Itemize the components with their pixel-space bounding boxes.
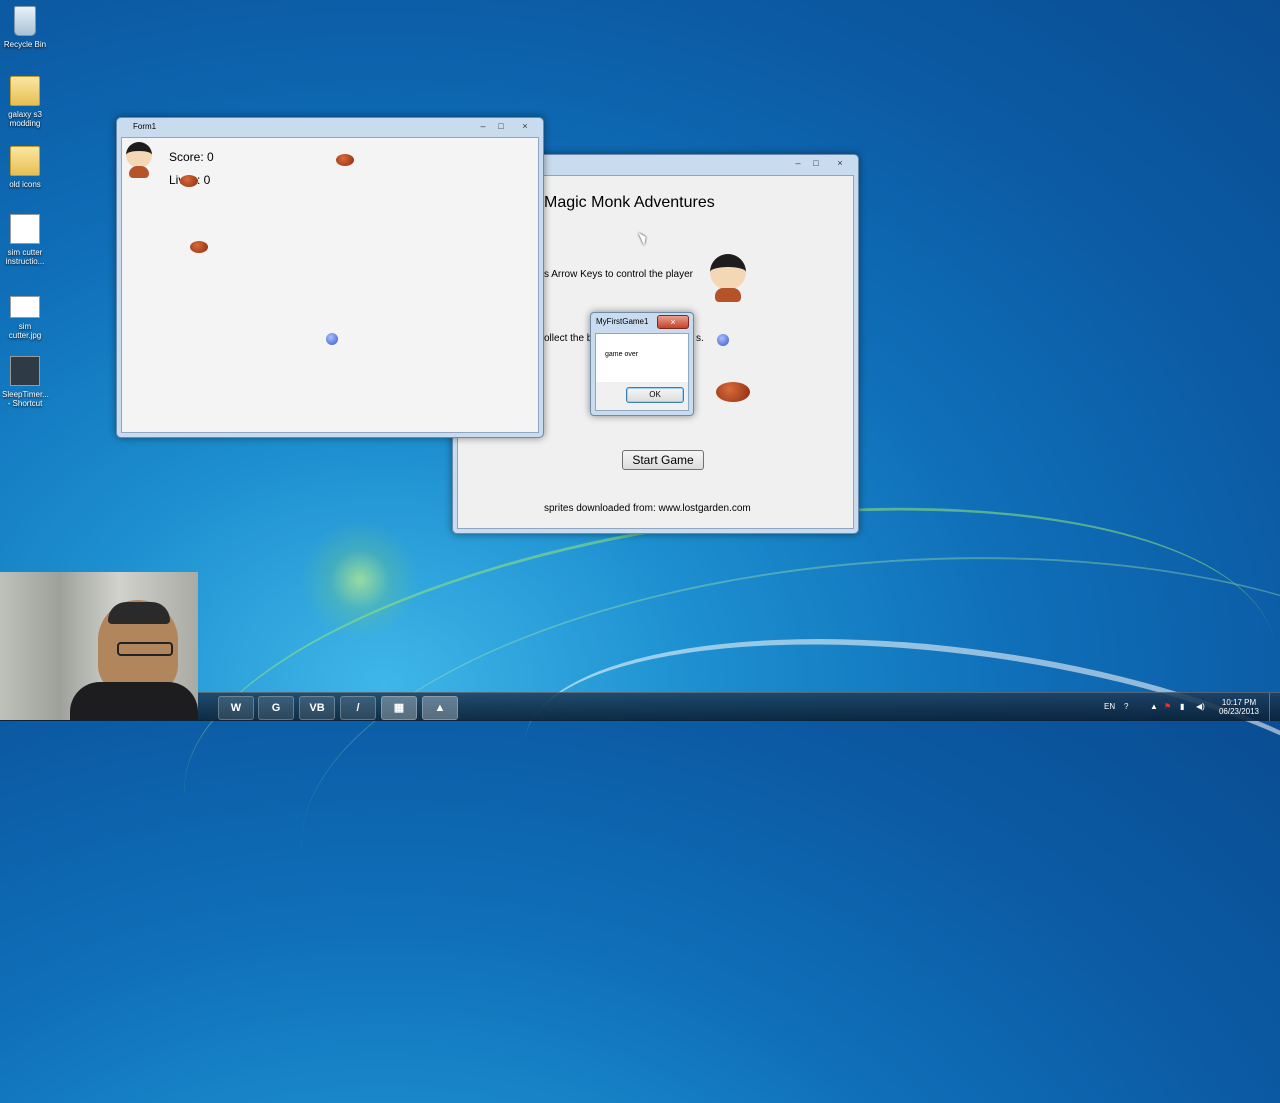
clock-date: 06/23/2013	[1218, 707, 1260, 716]
webcam-person-shirt	[70, 682, 198, 720]
desktop-icon-label: Recycle Bin	[3, 40, 47, 49]
folder-icon	[10, 146, 40, 176]
minimize-button[interactable]: –	[475, 120, 491, 132]
network-icon[interactable]: ▮	[1180, 693, 1184, 721]
dialog-titlebar[interactable]: MyFirstGame1 ×	[591, 313, 693, 331]
nut-sprite	[180, 175, 198, 187]
instruction-collect: ollect the b	[544, 333, 593, 344]
instruction-collect-tail: s.	[696, 333, 704, 344]
wallpaper-swoosh	[503, 588, 1280, 1018]
image-file-icon	[10, 296, 40, 318]
gem-sprite	[717, 334, 729, 346]
desktop-icon-label: galaxy s3 modding	[8, 110, 42, 128]
nut-sprite	[716, 382, 750, 402]
dialog-close-button[interactable]: ×	[657, 315, 689, 329]
show-desktop-button[interactable]	[1269, 693, 1280, 721]
nut-sprite	[190, 241, 208, 253]
ok-button[interactable]: OK	[626, 387, 684, 403]
game-canvas[interactable]: Score: 0 Lives: 0	[121, 137, 539, 433]
gem-sprite	[326, 333, 338, 345]
webcam-person-hair	[108, 602, 170, 624]
language-indicator[interactable]: EN	[1104, 693, 1115, 721]
score-label: Score: 0	[169, 150, 214, 164]
webcam-overlay	[0, 572, 198, 720]
desktop-icon-old-icons[interactable]: old icons	[2, 146, 48, 189]
desktop-icon-label: sim cutter instructio...	[5, 248, 45, 266]
show-hidden-icons-icon[interactable]: ▲	[1150, 693, 1158, 721]
action-center-icon[interactable]: ⚑	[1164, 693, 1171, 721]
clock-time: 10:17 PM	[1221, 698, 1257, 707]
help-icon[interactable]: ?	[1124, 693, 1128, 721]
minimize-button[interactable]: –	[790, 157, 806, 169]
document-icon	[10, 214, 40, 244]
pencil-app-icon[interactable]: /	[340, 696, 376, 720]
webcam-person-glasses	[117, 642, 173, 656]
visual-basic-icon[interactable]: VB	[299, 696, 335, 720]
clock[interactable]: 10:17 PM 06/23/2013	[1214, 698, 1264, 716]
desktop-icon-label: sim cutter.jpg	[8, 322, 42, 340]
wallpaper-glow	[300, 520, 420, 640]
maximize-button[interactable]: □	[493, 120, 509, 132]
dialog-title: MyFirstGame1	[596, 317, 649, 326]
desktop-icon-sim-cutter-instructions[interactable]: sim cutter instructio...	[2, 214, 48, 266]
folder-icon	[10, 76, 40, 106]
close-button[interactable]: ×	[832, 157, 848, 169]
dialog-body: game over OK	[595, 333, 689, 411]
wallpaper-swoosh	[283, 518, 1280, 1103]
credits-text: sprites downloaded from: www.lostgarden.…	[544, 503, 751, 514]
close-button[interactable]: ×	[517, 120, 533, 132]
game-window-titlebar[interactable]: Form1 – □ ×	[117, 118, 543, 136]
player-sprite	[126, 142, 152, 178]
game-heading: Magic Monk Adventures	[544, 194, 715, 211]
dialog-message: game over	[605, 351, 639, 358]
game-window: Form1 – □ × Score: 0 Lives: 0	[116, 117, 544, 438]
desktop-icon-label: SleepTimer... - Shortcut	[2, 390, 49, 408]
desktop-icon-label: old icons	[9, 180, 41, 189]
instruction-arrows: s Arrow Keys to control the player	[544, 269, 693, 280]
green-app-icon[interactable]: G	[258, 696, 294, 720]
shortcut-icon	[10, 356, 40, 386]
recycle-bin-icon	[14, 6, 36, 36]
word-icon[interactable]: W	[218, 696, 254, 720]
desktop-icon-galaxy-folder[interactable]: galaxy s3 modding	[2, 76, 48, 128]
desktop-icon-sim-cutter-jpg[interactable]: sim cutter.jpg	[2, 296, 48, 340]
player-sprite	[710, 254, 746, 302]
volume-icon[interactable]: ◀)	[1196, 693, 1205, 721]
windows-app-icon[interactable]: ▦	[381, 696, 417, 720]
nut-sprite	[336, 154, 354, 166]
message-dialog: MyFirstGame1 × game over OK	[590, 312, 694, 416]
game-app-icon[interactable]: ▲	[422, 696, 458, 720]
desktop-icon-sleeptimer[interactable]: SleepTimer... - Shortcut	[2, 356, 49, 408]
window-title: Form1	[133, 122, 157, 131]
start-game-button[interactable]: Start Game	[622, 450, 704, 470]
maximize-button[interactable]: □	[808, 157, 824, 169]
desktop-icon-recycle-bin[interactable]: Recycle Bin	[2, 6, 48, 49]
